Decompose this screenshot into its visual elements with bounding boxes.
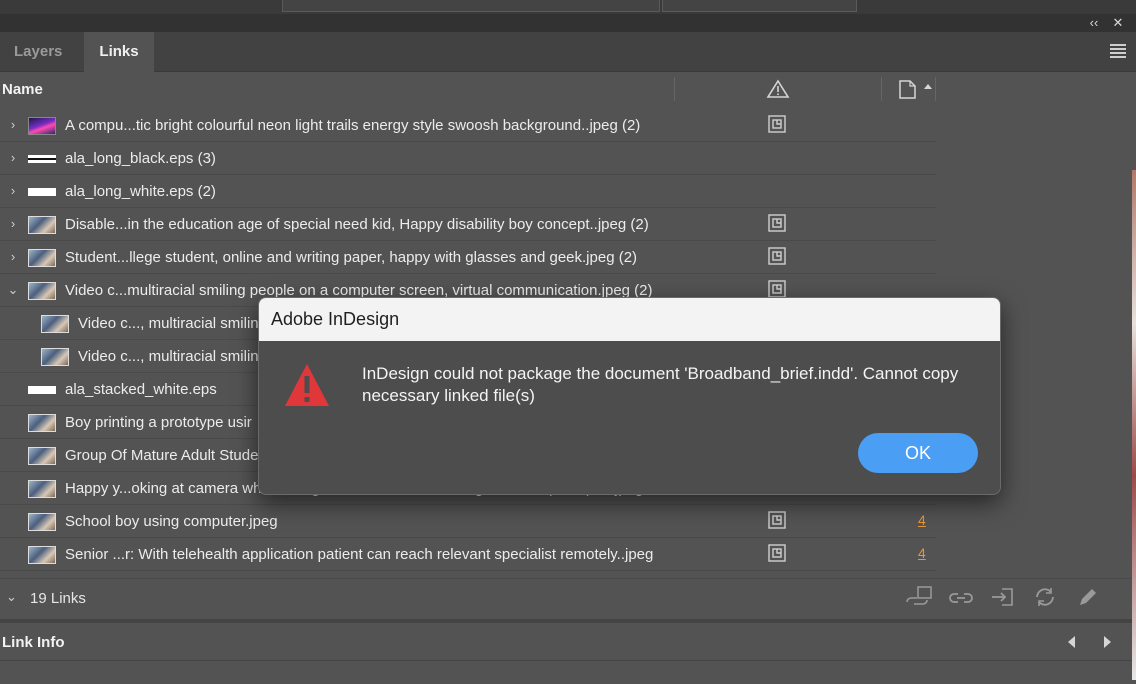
toolbar-segment	[662, 0, 857, 12]
previous-link-icon[interactable]	[1066, 635, 1078, 649]
edit-original-icon[interactable]	[1076, 585, 1102, 611]
embedded-icon	[768, 544, 786, 562]
page-sort-icon[interactable]	[898, 79, 936, 104]
link-row[interactable]: › Disable...in the education age of speci…	[0, 208, 936, 241]
link-thumbnail	[28, 480, 56, 498]
link-thumbnail	[28, 282, 56, 300]
link-name: Disable...in the education age of specia…	[65, 216, 649, 233]
embedded-icon	[768, 115, 786, 133]
embedded-icon	[768, 247, 786, 265]
link-thumbnail	[28, 117, 56, 135]
relink-icon[interactable]	[948, 585, 974, 611]
link-thumbnail	[28, 216, 56, 234]
link-info-section: Link Info	[0, 623, 1136, 661]
name-column-header[interactable]: Name	[2, 81, 43, 98]
link-thumbnail	[28, 155, 56, 163]
link-thumbnail	[28, 447, 56, 465]
link-row[interactable]: › A compu...tic bright colourful neon lig…	[0, 109, 936, 142]
panel-tabs: Layers Links	[0, 32, 1136, 72]
link-thumbnail	[41, 315, 69, 333]
warning-triangle-icon[interactable]	[766, 79, 790, 104]
chevron-right-icon[interactable]: ›	[6, 216, 20, 231]
link-count: 19 Links	[30, 590, 86, 607]
links-footer: ⌄ 19 Links	[0, 578, 1136, 618]
page-link[interactable]: 4	[918, 512, 926, 528]
link-name: Senior ...r: With telehealth application…	[65, 546, 654, 563]
ok-button[interactable]: OK	[858, 433, 978, 473]
column-divider	[881, 77, 882, 101]
link-info-title[interactable]: Link Info	[2, 634, 65, 651]
chevron-right-icon[interactable]: ›	[6, 183, 20, 198]
canvas-edge	[1132, 170, 1136, 680]
toolbar-segment	[282, 0, 660, 12]
alert-dialog: Adobe InDesign InDesign could not packag…	[258, 297, 1001, 495]
embedded-icon	[768, 214, 786, 232]
dialog-title: Adobe InDesign	[259, 298, 1000, 341]
next-link-icon[interactable]	[1101, 635, 1113, 649]
chevron-down-icon[interactable]: ⌄	[6, 589, 17, 605]
tab-links[interactable]: Links	[84, 32, 154, 72]
go-to-link-icon[interactable]	[990, 585, 1016, 611]
link-thumbnail	[28, 414, 56, 432]
column-divider	[935, 77, 936, 101]
link-row[interactable]: Senior ...r: With telehealth application…	[0, 538, 936, 571]
dialog-message: InDesign could not package the document …	[362, 364, 959, 405]
link-name: A compu...tic bright colourful neon ligh…	[65, 117, 641, 134]
close-panel-icon[interactable]: ✕	[1110, 15, 1126, 31]
collapse-panel-icon[interactable]: ‹‹	[1086, 15, 1102, 30]
update-link-icon[interactable]	[1032, 585, 1058, 611]
embedded-icon	[768, 511, 786, 529]
app-top-strip	[0, 0, 1136, 14]
link-row[interactable]: School boy using computer.jpeg 4	[0, 505, 936, 538]
link-thumbnail	[28, 513, 56, 531]
chevron-right-icon[interactable]: ›	[6, 150, 20, 165]
link-thumbnail	[28, 188, 56, 196]
link-name: ala_long_white.eps (2)	[65, 183, 216, 200]
page-link[interactable]: 4	[918, 545, 926, 561]
link-row[interactable]: › ala_long_black.eps (3)	[0, 142, 936, 175]
panel-control-bar: ‹‹ ✕	[0, 14, 1136, 32]
chevron-right-icon[interactable]: ›	[6, 249, 20, 264]
panel-menu-icon[interactable]	[1110, 44, 1126, 58]
column-header: Name	[0, 73, 1136, 106]
link-name: ala_long_black.eps (3)	[65, 150, 216, 167]
link-thumbnail	[41, 348, 69, 366]
link-thumbnail	[28, 249, 56, 267]
relink-cc-icon[interactable]	[904, 585, 932, 611]
chevron-right-icon[interactable]: ›	[6, 117, 20, 132]
link-row[interactable]: › Student...llege student, online and wri…	[0, 241, 936, 274]
embedded-icon	[768, 280, 786, 298]
column-divider	[674, 77, 675, 101]
link-name: School boy using computer.jpeg	[65, 513, 278, 530]
link-name: Student...llege student, online and writ…	[65, 249, 638, 266]
link-thumbnail	[28, 546, 56, 564]
link-row[interactable]: › ala_long_white.eps (2)	[0, 175, 936, 208]
tab-layers[interactable]: Layers	[0, 32, 84, 72]
alert-triangle-icon	[283, 362, 331, 408]
chevron-down-icon[interactable]: ⌄	[6, 282, 20, 298]
link-thumbnail	[28, 386, 56, 394]
